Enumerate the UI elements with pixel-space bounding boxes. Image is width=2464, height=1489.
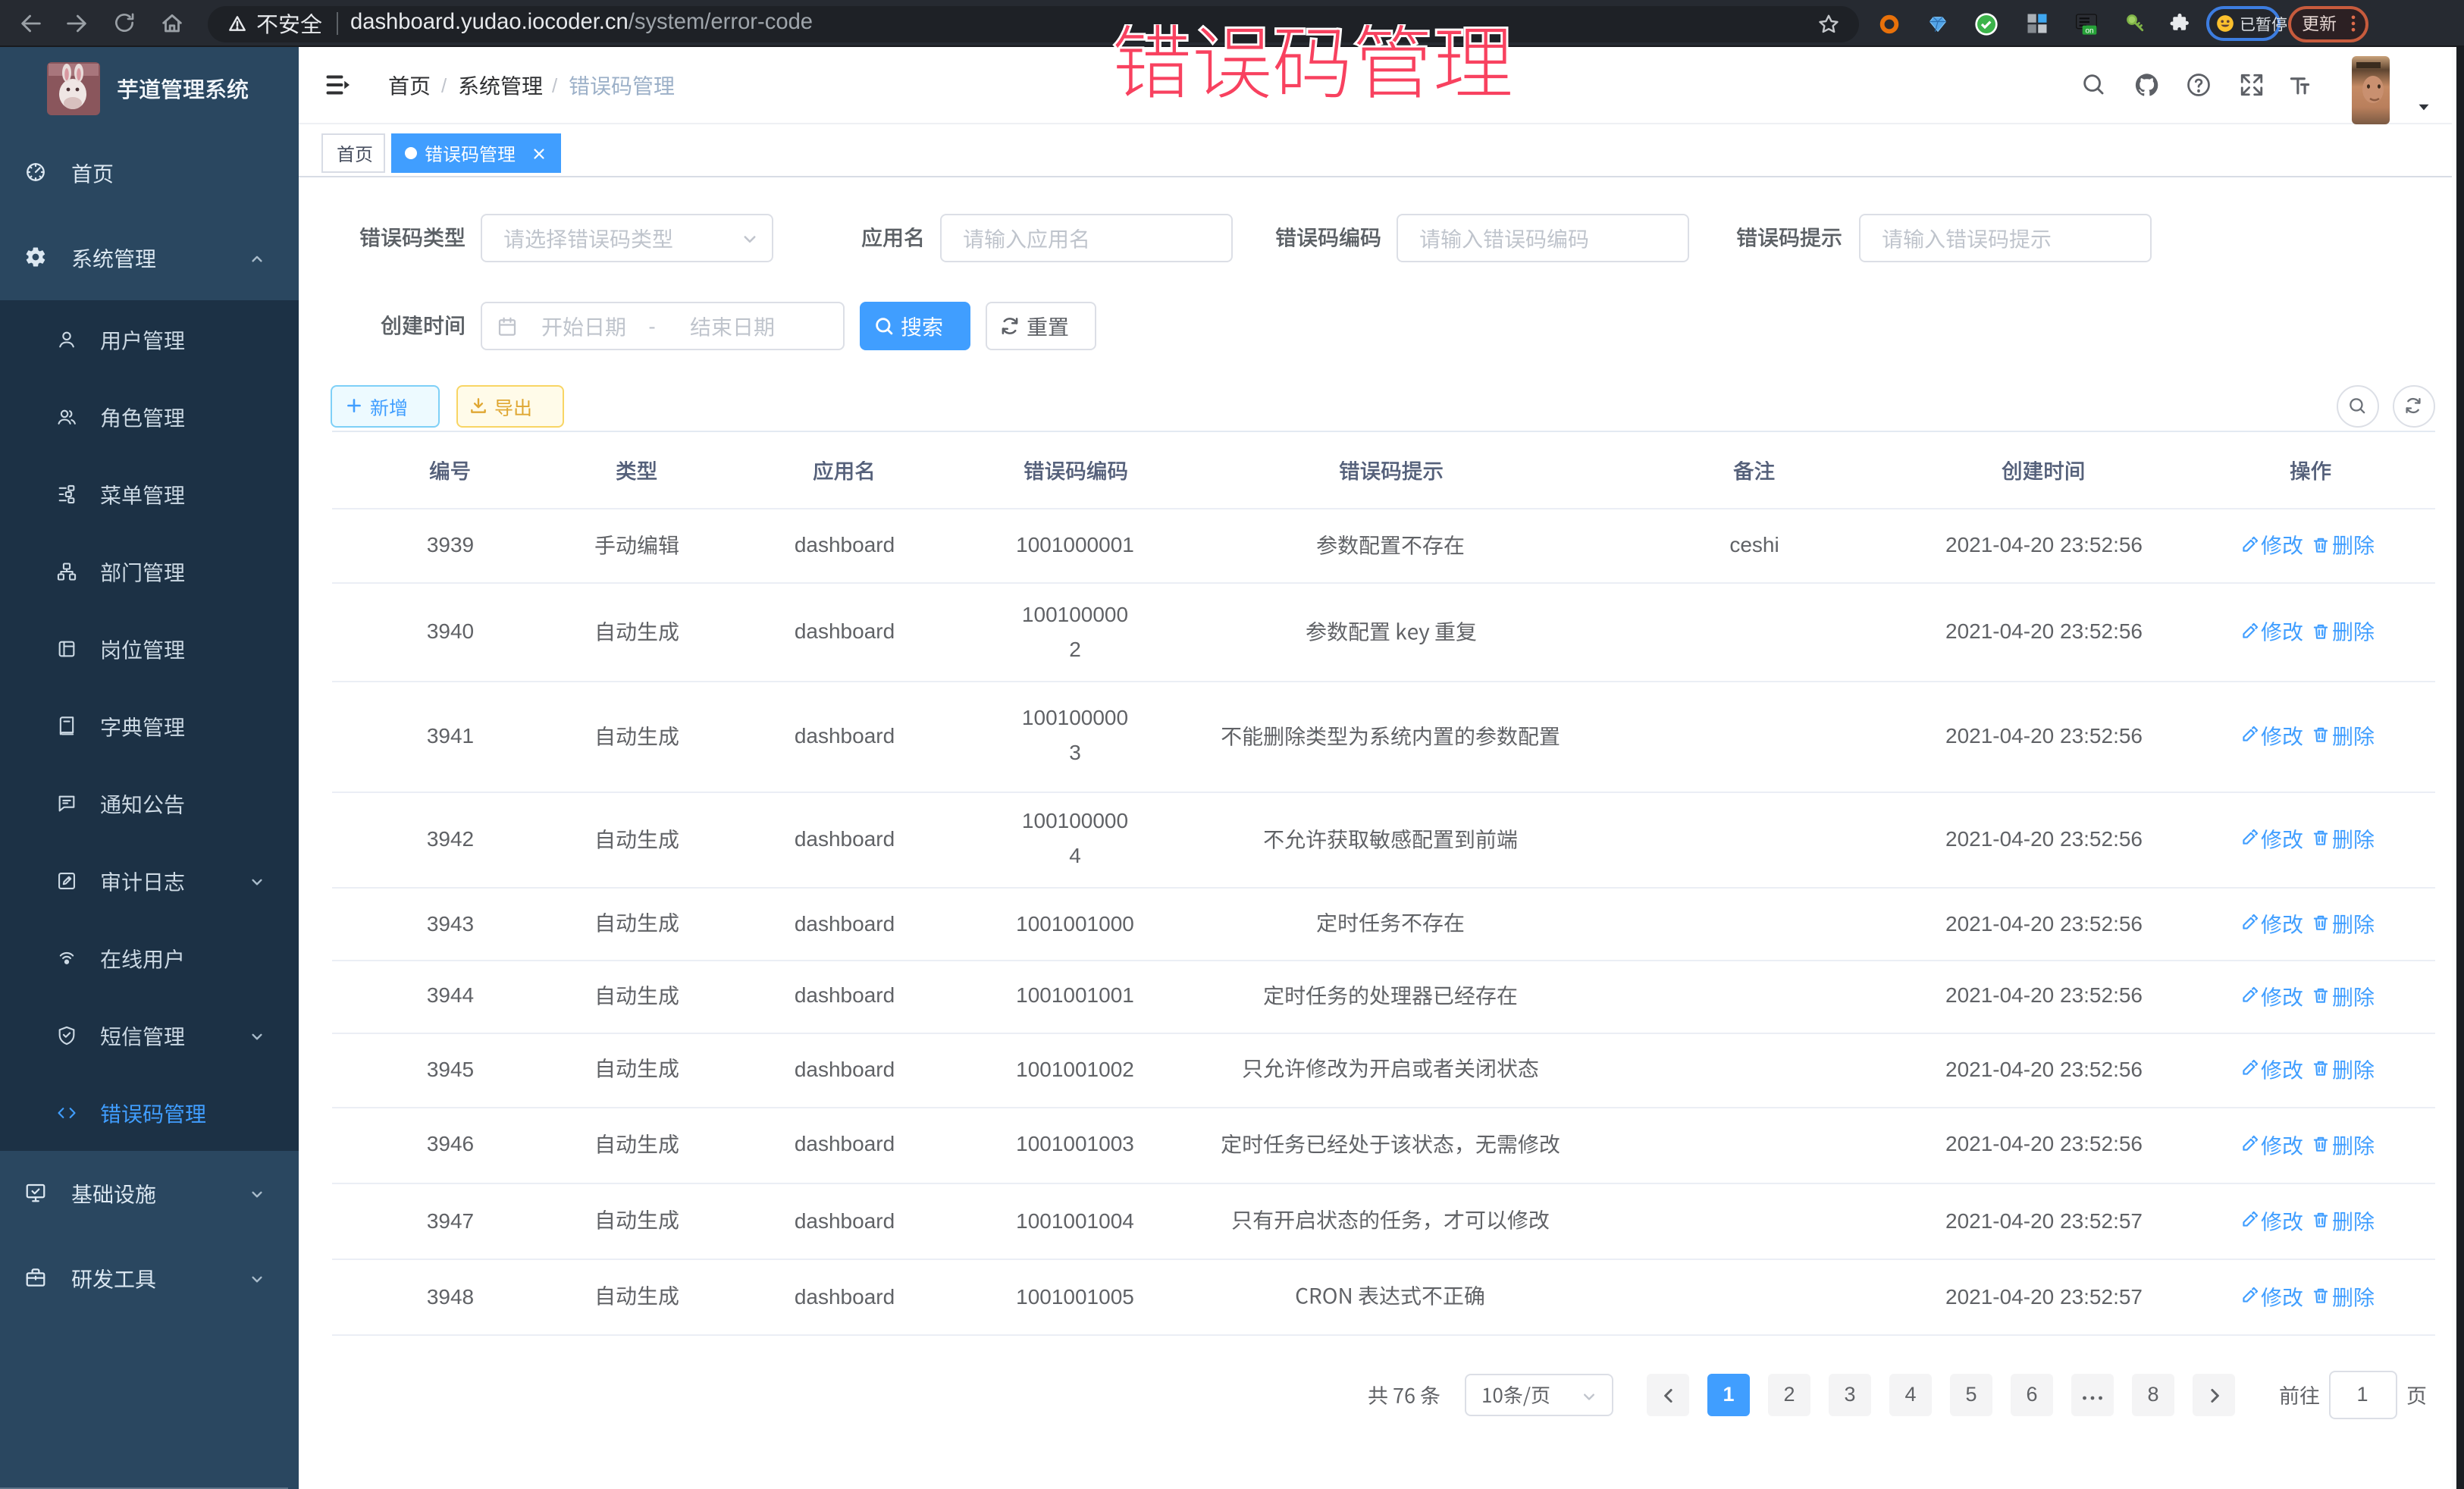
svg-text:on: on	[2085, 27, 2093, 36]
